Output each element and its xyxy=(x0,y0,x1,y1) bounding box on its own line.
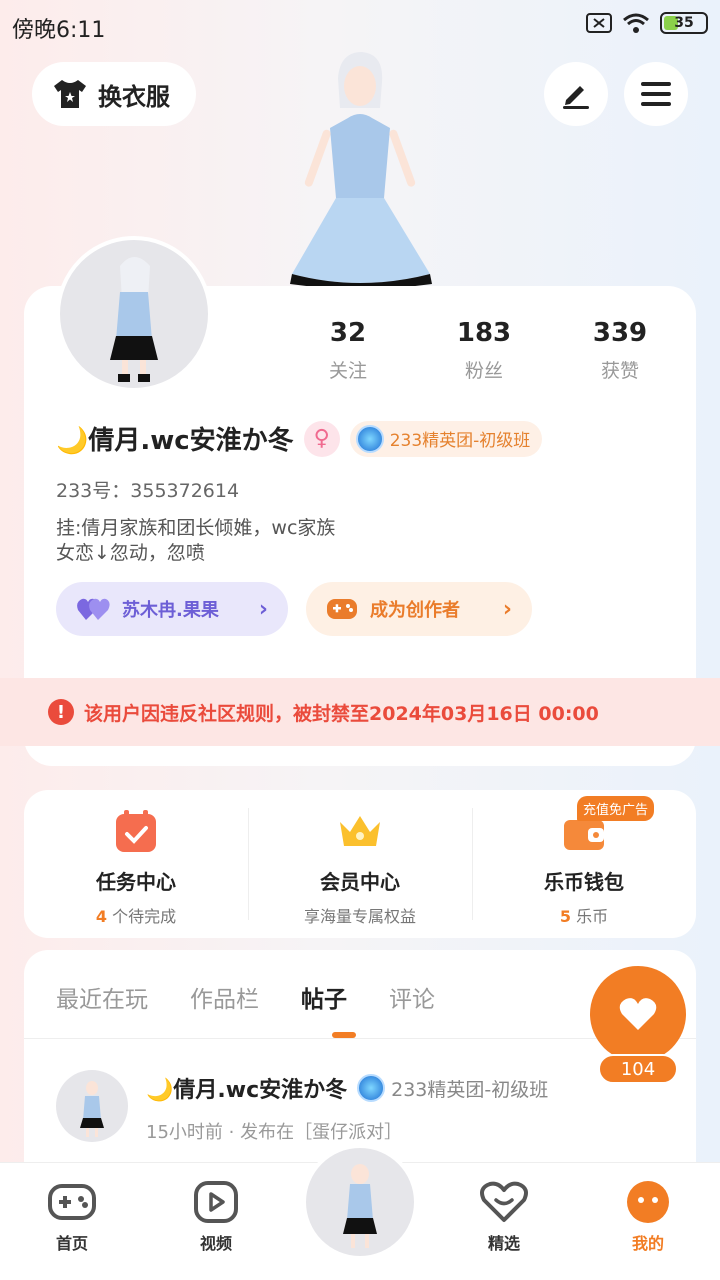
followers-count: 183 xyxy=(456,318,512,348)
avatar[interactable] xyxy=(56,236,212,392)
task-center-sub: 4 个待完成 xyxy=(95,907,177,926)
following-count: 32 xyxy=(329,318,367,348)
crown-icon xyxy=(340,816,380,846)
gender-female-icon: ♀ xyxy=(303,420,340,457)
task-calendar-icon xyxy=(116,810,156,852)
vip-center-button[interactable]: 会员中心 享海量专属权益 xyxy=(248,790,472,938)
like-count: 104 xyxy=(598,1054,678,1084)
become-creator-button[interactable]: 成为创作者 › xyxy=(306,582,532,636)
gamepad-icon xyxy=(327,599,357,619)
username: 🌙倩月.wc安淮か冬 xyxy=(56,426,294,456)
gamepad-icon xyxy=(48,1184,96,1220)
bio-line-1: 挂:倩月家族和团长倾婎，wc家族 xyxy=(56,517,336,539)
post-meta: 15小时前 · 发布在［蛋仔派对］ xyxy=(146,1122,403,1143)
rank-medal-icon xyxy=(355,424,384,453)
ad-free-tag: 充值免广告 xyxy=(576,796,654,821)
rank-badge[interactable]: 233精英团-初级班 xyxy=(349,420,543,457)
tab-comments[interactable]: 评论 xyxy=(389,980,435,1014)
hamburger-icon xyxy=(641,82,671,106)
play-icon xyxy=(194,1181,238,1223)
chevron-right-icon: › xyxy=(258,596,268,622)
nav-featured[interactable]: 精选 xyxy=(454,1180,554,1254)
wallet-title: 乐币钱包 xyxy=(544,870,624,894)
battery-icon: 35 xyxy=(660,12,708,34)
nav-video[interactable]: 视频 xyxy=(166,1180,266,1254)
post-author-avatar[interactable] xyxy=(56,1070,128,1142)
divider xyxy=(24,1038,696,1039)
warning-icon: ! xyxy=(48,699,74,725)
following-stat[interactable]: 32 关注 xyxy=(288,318,408,383)
likes-label: 获赞 xyxy=(600,360,639,382)
status-time: 傍晚6:11 xyxy=(12,18,106,43)
face-icon xyxy=(627,1181,669,1223)
nav-home-label: 首页 xyxy=(55,1234,88,1253)
likes-stat[interactable]: 339 获赞 xyxy=(560,318,680,383)
post-rank-label: 233精英团-初级班 xyxy=(391,1078,549,1101)
name-row: 🌙倩月.wc安淮か冬 ♀ 233精英团-初级班 xyxy=(56,420,543,457)
likes-count: 339 xyxy=(592,318,648,348)
task-center-button[interactable]: 任务中心 4 个待完成 xyxy=(24,790,248,938)
sim-off-icon xyxy=(586,13,612,33)
ban-notice-text: 该用户因违反社区规则，被封禁至2024年03月16日 00:00 xyxy=(84,702,599,725)
bio-line-2: 女恋↓忽动，忽喷 xyxy=(56,542,205,564)
post-rank-badge: 233精英团-初级班 xyxy=(357,1074,548,1102)
nav-mine-label: 我的 xyxy=(631,1234,664,1253)
partner-label: 苏木冉.果果 xyxy=(122,600,219,621)
user-id: 233号：355372614 xyxy=(56,480,240,502)
vip-center-sub: 享海量专属权益 xyxy=(303,907,416,926)
post-author-row: 🌙倩月.wc安淮か冬 233精英团-初级班 xyxy=(146,1072,548,1104)
nav-home[interactable]: 首页 xyxy=(22,1180,122,1254)
nav-featured-label: 精选 xyxy=(487,1234,520,1253)
services-row: 任务中心 4 个待完成 会员中心 享海量专属权益 充值免广告 乐币钱包 5 乐币 xyxy=(24,790,696,938)
nav-avatar-button[interactable] xyxy=(302,1144,418,1260)
post-author-name[interactable]: 🌙倩月.wc安淮か冬 xyxy=(146,1072,347,1104)
menu-button[interactable] xyxy=(624,62,688,126)
change-outfit-button[interactable]: 换衣服 xyxy=(32,62,196,126)
task-center-title: 任务中心 xyxy=(96,870,176,894)
partner-button[interactable]: 苏木冉.果果 › xyxy=(56,582,288,636)
shirt-icon xyxy=(54,80,86,108)
wallet-button[interactable]: 充值免广告 乐币钱包 5 乐币 xyxy=(472,790,696,938)
tab-recent-played[interactable]: 最近在玩 xyxy=(56,980,148,1014)
become-creator-label: 成为创作者 xyxy=(370,600,460,621)
vip-center-title: 会员中心 xyxy=(320,870,400,894)
edit-button[interactable] xyxy=(544,62,608,126)
tab-works[interactable]: 作品栏 xyxy=(190,980,259,1014)
nav-mine[interactable]: 我的 xyxy=(598,1180,698,1254)
profile-tabs: 最近在玩 作品栏 帖子 评论 xyxy=(56,980,435,1014)
avatar xyxy=(306,1148,414,1256)
avatar-figure[interactable] xyxy=(280,48,440,289)
heart-icon xyxy=(619,998,657,1030)
double-heart-icon xyxy=(77,598,110,620)
status-icons: 35 xyxy=(586,12,708,34)
heart-chat-icon xyxy=(480,1181,528,1222)
nav-video-label: 视频 xyxy=(199,1234,232,1253)
bio: 挂:倩月家族和团长倾婎，wc家族 女恋↓忽动，忽喷 xyxy=(56,516,335,566)
followers-label: 粉丝 xyxy=(464,360,503,382)
wallet-sub: 5 乐币 xyxy=(559,907,609,926)
rank-medal-icon xyxy=(357,1074,386,1102)
rank-label: 233精英团-初级班 xyxy=(389,431,531,451)
followers-stat[interactable]: 183 粉丝 xyxy=(424,318,544,383)
pen-icon xyxy=(563,86,589,109)
following-label: 关注 xyxy=(328,360,367,382)
like-button[interactable] xyxy=(590,966,686,1062)
tab-posts[interactable]: 帖子 xyxy=(301,980,347,1014)
chevron-right-icon: › xyxy=(502,596,512,622)
battery-level: 35 xyxy=(674,15,694,31)
wifi-icon xyxy=(623,13,649,33)
change-outfit-label: 换衣服 xyxy=(98,82,170,111)
ban-notice: ! 该用户因违反社区规则，被封禁至2024年03月16日 00:00 xyxy=(0,678,720,746)
